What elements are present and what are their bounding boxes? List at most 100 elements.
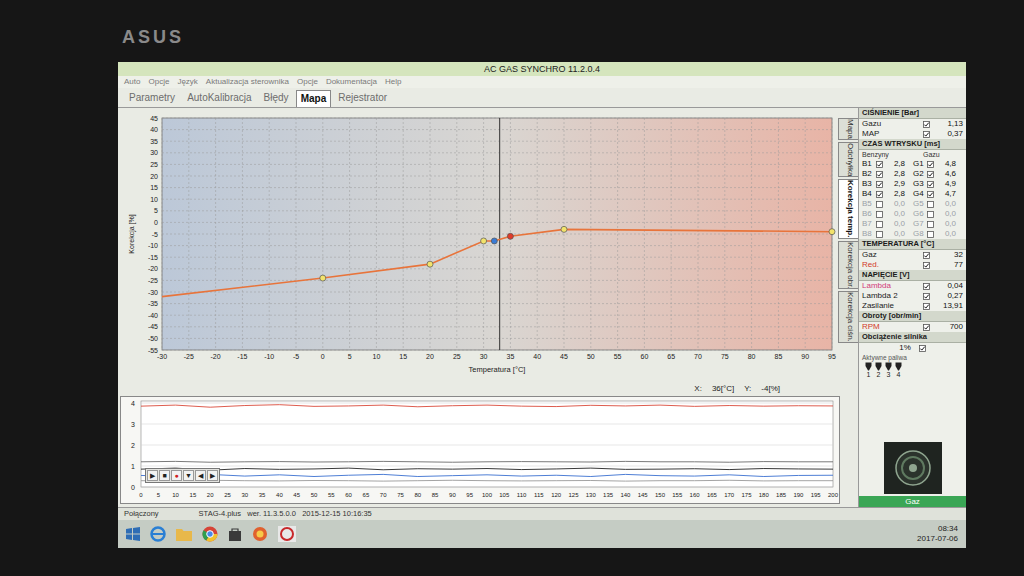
injectors-title: Aktywne paliwa	[859, 353, 966, 362]
menu-item[interactable]: Opcje	[148, 76, 169, 88]
checkbox[interactable]	[876, 161, 883, 168]
map-chart[interactable]: -30-25-20-15-10-505101520253035404550556…	[120, 110, 840, 382]
checkbox[interactable]	[923, 303, 930, 310]
clock[interactable]: 08:342017-07-06	[917, 524, 958, 544]
recorder-series	[141, 474, 833, 476]
svg-text:35: 35	[259, 492, 266, 498]
map-point[interactable]	[320, 275, 326, 281]
checkbox[interactable]	[919, 345, 926, 352]
svg-text:95: 95	[828, 353, 836, 360]
menu-item[interactable]: Auto	[124, 76, 140, 88]
folder-icon[interactable]	[176, 527, 192, 541]
ac-gas-icon[interactable]	[278, 526, 296, 542]
recorder-button[interactable]: ▶	[207, 470, 218, 481]
checkbox[interactable]	[876, 191, 883, 198]
map-point[interactable]	[507, 233, 513, 239]
recorder-button[interactable]: ■	[159, 470, 170, 481]
map-point[interactable]	[481, 238, 487, 244]
map-point[interactable]	[427, 261, 433, 267]
checkbox[interactable]	[876, 231, 883, 238]
value-row: MAP0,37	[859, 129, 966, 139]
tab[interactable]: Rejestrator	[333, 89, 392, 107]
recorder-button[interactable]: ▼	[183, 470, 194, 481]
svg-text:50: 50	[311, 492, 318, 498]
menu-item[interactable]: Opcje	[297, 76, 318, 88]
recorder-button[interactable]: ▶	[147, 470, 158, 481]
svg-text:80: 80	[414, 492, 421, 498]
checkbox[interactable]	[927, 161, 934, 168]
tab[interactable]: Mapa	[296, 90, 332, 107]
svg-text:160: 160	[690, 492, 701, 498]
svg-text:85: 85	[432, 492, 439, 498]
svg-text:155: 155	[672, 492, 683, 498]
svg-text:10: 10	[373, 353, 381, 360]
logo-box	[884, 442, 942, 494]
menu-item[interactable]: Help	[385, 76, 401, 88]
checkbox[interactable]	[923, 262, 930, 269]
map-area: -30-25-20-15-10-505101520253035404550556…	[118, 108, 842, 507]
checkbox[interactable]	[927, 181, 934, 188]
vertical-tabs: MapaOdchyłkaKorekcja temp.Korekcja obr.K…	[842, 108, 858, 507]
svg-text:0: 0	[321, 353, 325, 360]
svg-text:25: 25	[224, 492, 231, 498]
injector: 3	[885, 362, 892, 379]
value-row: RPM700	[859, 322, 966, 332]
checkbox[interactable]	[923, 283, 930, 290]
svg-text:-15: -15	[148, 254, 158, 261]
svg-text:-30: -30	[148, 289, 158, 296]
checkbox[interactable]	[876, 171, 883, 178]
svg-text:15: 15	[399, 353, 407, 360]
svg-text:5: 5	[157, 492, 161, 498]
map-point[interactable]	[491, 238, 497, 244]
checkbox[interactable]	[923, 252, 930, 259]
recorder-button[interactable]: ◀	[195, 470, 206, 481]
injectors: 1234	[859, 362, 966, 379]
checkbox[interactable]	[876, 221, 883, 228]
checkbox[interactable]	[876, 181, 883, 188]
checkbox[interactable]	[923, 121, 930, 128]
checkbox[interactable]	[927, 221, 934, 228]
chrome-icon[interactable]	[202, 526, 218, 542]
checkbox[interactable]	[927, 201, 934, 208]
map-point[interactable]	[561, 226, 567, 232]
svg-text:125: 125	[568, 492, 579, 498]
svg-text:Korekcja [%]: Korekcja [%]	[128, 214, 136, 253]
checkbox[interactable]	[927, 211, 934, 218]
injection-row: B70,0G70,0	[859, 219, 966, 229]
svg-text:150: 150	[655, 492, 666, 498]
svg-text:45: 45	[150, 115, 158, 122]
menu-item[interactable]: Język	[177, 76, 197, 88]
tab[interactable]: Parametry	[124, 89, 180, 107]
ac-logo-icon	[893, 448, 933, 488]
svg-text:200: 200	[828, 492, 839, 498]
recorder-button[interactable]: ●	[171, 470, 182, 481]
tab[interactable]: AutoKalibracja	[182, 89, 256, 107]
checkbox[interactable]	[876, 201, 883, 208]
app-icon[interactable]	[252, 526, 268, 542]
svg-text:135: 135	[603, 492, 614, 498]
menu-item[interactable]: Dokumentacja	[326, 76, 377, 88]
checkbox[interactable]	[927, 191, 934, 198]
tab[interactable]: Błędy	[259, 89, 294, 107]
checkbox[interactable]	[876, 211, 883, 218]
svg-text:-10: -10	[148, 242, 158, 249]
svg-text:195: 195	[811, 492, 822, 498]
checkbox[interactable]	[923, 131, 930, 138]
map-point[interactable]	[829, 229, 835, 235]
recorder-chart[interactable]: 0123405101520253035404550556065707580859…	[121, 397, 841, 503]
checkbox[interactable]	[923, 293, 930, 300]
windows-start-icon[interactable]	[126, 527, 140, 541]
checkbox[interactable]	[927, 231, 934, 238]
value-row: Gaz32	[859, 250, 966, 260]
device-info: STAG-4.plus wer. 11.3.5.0.0 2015-12-15 1…	[199, 508, 372, 520]
checkbox[interactable]	[923, 324, 930, 331]
cursor-readout: X:36[°C]Y:-4[%]	[120, 382, 840, 396]
checkbox[interactable]	[927, 171, 934, 178]
store-icon[interactable]	[228, 527, 242, 541]
menu-item[interactable]: Aktualizacja sterownika	[206, 76, 289, 88]
svg-text:10: 10	[172, 492, 179, 498]
svg-text:20: 20	[150, 173, 158, 180]
browser-icon[interactable]	[150, 526, 166, 542]
recorder-series	[141, 468, 833, 470]
value-reading: 0,04	[933, 281, 963, 291]
